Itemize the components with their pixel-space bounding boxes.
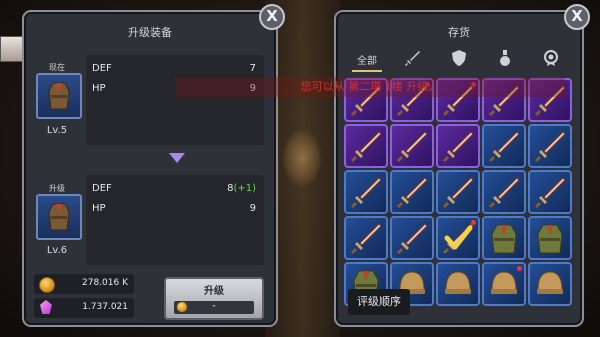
sword-icon: [351, 131, 382, 162]
background-character: [282, 128, 322, 188]
gold-amount: 278.016 K: [82, 278, 128, 288]
inventory-slot-sword[interactable]: [344, 216, 388, 260]
stat-value: 9: [249, 203, 256, 214]
inventory-slot-sword[interactable]: [390, 170, 434, 214]
inventory-tabs: 全部: [344, 45, 574, 73]
stat-name: DEF: [92, 63, 112, 74]
inventory-slot-robe[interactable]: [482, 216, 526, 260]
upgrade-button-label: 升级: [204, 286, 224, 297]
inventory-slot-sword[interactable]: [436, 124, 480, 168]
tab-armor[interactable]: [436, 45, 482, 73]
inventory-title: 存货: [448, 26, 470, 39]
inventory-slot-sword[interactable]: [482, 124, 526, 168]
inventory-slot-helmet[interactable]: [482, 262, 526, 306]
player-avatar[interactable]: [0, 36, 24, 62]
next-stats-box: DEF 8(+1) HP 9: [86, 175, 264, 265]
tab-all[interactable]: 全部: [344, 45, 390, 73]
upgrade-label: 升级: [49, 184, 65, 193]
tab-accessories[interactable]: [528, 45, 574, 73]
upgrade-cost-bar: -: [174, 301, 254, 314]
current-stats-box: DEF 7 HP 9: [86, 55, 264, 145]
helmet-icon: [537, 271, 563, 294]
current-label: 现在: [49, 63, 65, 72]
upgrade-arrow-icon: [169, 153, 185, 163]
robe-icon: [491, 224, 517, 254]
sword-icon: [397, 177, 428, 208]
inventory-slot-sword[interactable]: [482, 170, 526, 214]
robe-icon: [48, 82, 70, 110]
stat-name: DEF: [92, 183, 112, 194]
inventory-slot-sword[interactable]: [344, 170, 388, 214]
sword-icon: [489, 131, 520, 162]
stat-row: DEF 7: [92, 63, 256, 77]
inventory-slot-sword[interactable]: [436, 170, 480, 214]
upgrade-panel-title: 升级装备: [128, 26, 172, 39]
inventory-slot-sword[interactable]: [528, 124, 572, 168]
tab-weapons[interactable]: [390, 45, 436, 73]
sword-icon: [535, 177, 566, 208]
upgrade-button[interactable]: 升级 -: [164, 277, 264, 320]
new-badge: [471, 220, 476, 225]
helmet-icon: [491, 271, 517, 294]
inventory-slot-helmet[interactable]: [528, 262, 572, 306]
notification-toast: 您可以从 第二塔 1楼 升级。: [175, 77, 565, 97]
potion-icon: [500, 50, 510, 66]
new-badge: [517, 266, 522, 271]
inventory-slot-helmet[interactable]: [436, 262, 480, 306]
stat-bonus: (+1): [233, 183, 256, 194]
current-item-level: Lv.5: [46, 125, 68, 136]
stat-row: HP 9: [92, 203, 256, 217]
robe-icon: [48, 203, 70, 231]
inventory-panel: X 存货 全部 评级顺序: [334, 4, 590, 327]
stat-value-group: 8(+1): [227, 183, 256, 194]
stat-name: HP: [92, 203, 106, 214]
sword-icon: [351, 223, 382, 254]
sword-icon: [489, 177, 520, 208]
upgrade-cost: -: [212, 301, 216, 311]
sword-icon: [443, 177, 474, 208]
shield-icon: [452, 50, 466, 66]
equipped-check-icon: [444, 225, 473, 250]
sword-icon: [397, 131, 428, 162]
inventory-slot-sword[interactable]: [436, 216, 480, 260]
tab-all-label: 全部: [357, 56, 377, 67]
sword-icon: [405, 51, 420, 66]
sword-icon: [535, 131, 566, 162]
stat-value: 7: [249, 63, 256, 74]
next-item-level: Lv.6: [46, 245, 68, 256]
gem-display: 1.737.021: [34, 298, 134, 318]
stat-row: DEF 8(+1): [92, 183, 256, 197]
inventory-slot-sword[interactable]: [528, 170, 572, 214]
upgrade-equipment-panel: X 升级装备 现在 Lv.5 DEF 7 HP 9 升级 Lv.6 DEF 8(…: [22, 4, 285, 327]
gold-display: 278.016 K: [34, 274, 134, 294]
sword-icon: [443, 131, 474, 162]
gem-amount: 1.737.021: [82, 302, 128, 312]
inventory-slot-sword[interactable]: [344, 124, 388, 168]
inventory-slot-sword[interactable]: [390, 124, 434, 168]
sort-by-grade-button[interactable]: 评级顺序: [348, 289, 410, 315]
active-tab-indicator: [352, 70, 382, 72]
inventory-slot-robe[interactable]: [528, 216, 572, 260]
helmet-icon: [445, 271, 471, 294]
current-item-slot[interactable]: [36, 73, 82, 119]
gold-coin-icon: [39, 277, 55, 293]
medal-icon: [544, 50, 558, 66]
sword-icon: [351, 177, 382, 208]
sword-icon: [397, 223, 428, 254]
tab-potions[interactable]: [482, 45, 528, 73]
gem-icon: [40, 300, 52, 314]
next-item-slot[interactable]: [36, 194, 82, 240]
robe-icon: [537, 224, 563, 254]
inventory-slot-sword[interactable]: [390, 216, 434, 260]
stat-name: HP: [92, 83, 106, 94]
